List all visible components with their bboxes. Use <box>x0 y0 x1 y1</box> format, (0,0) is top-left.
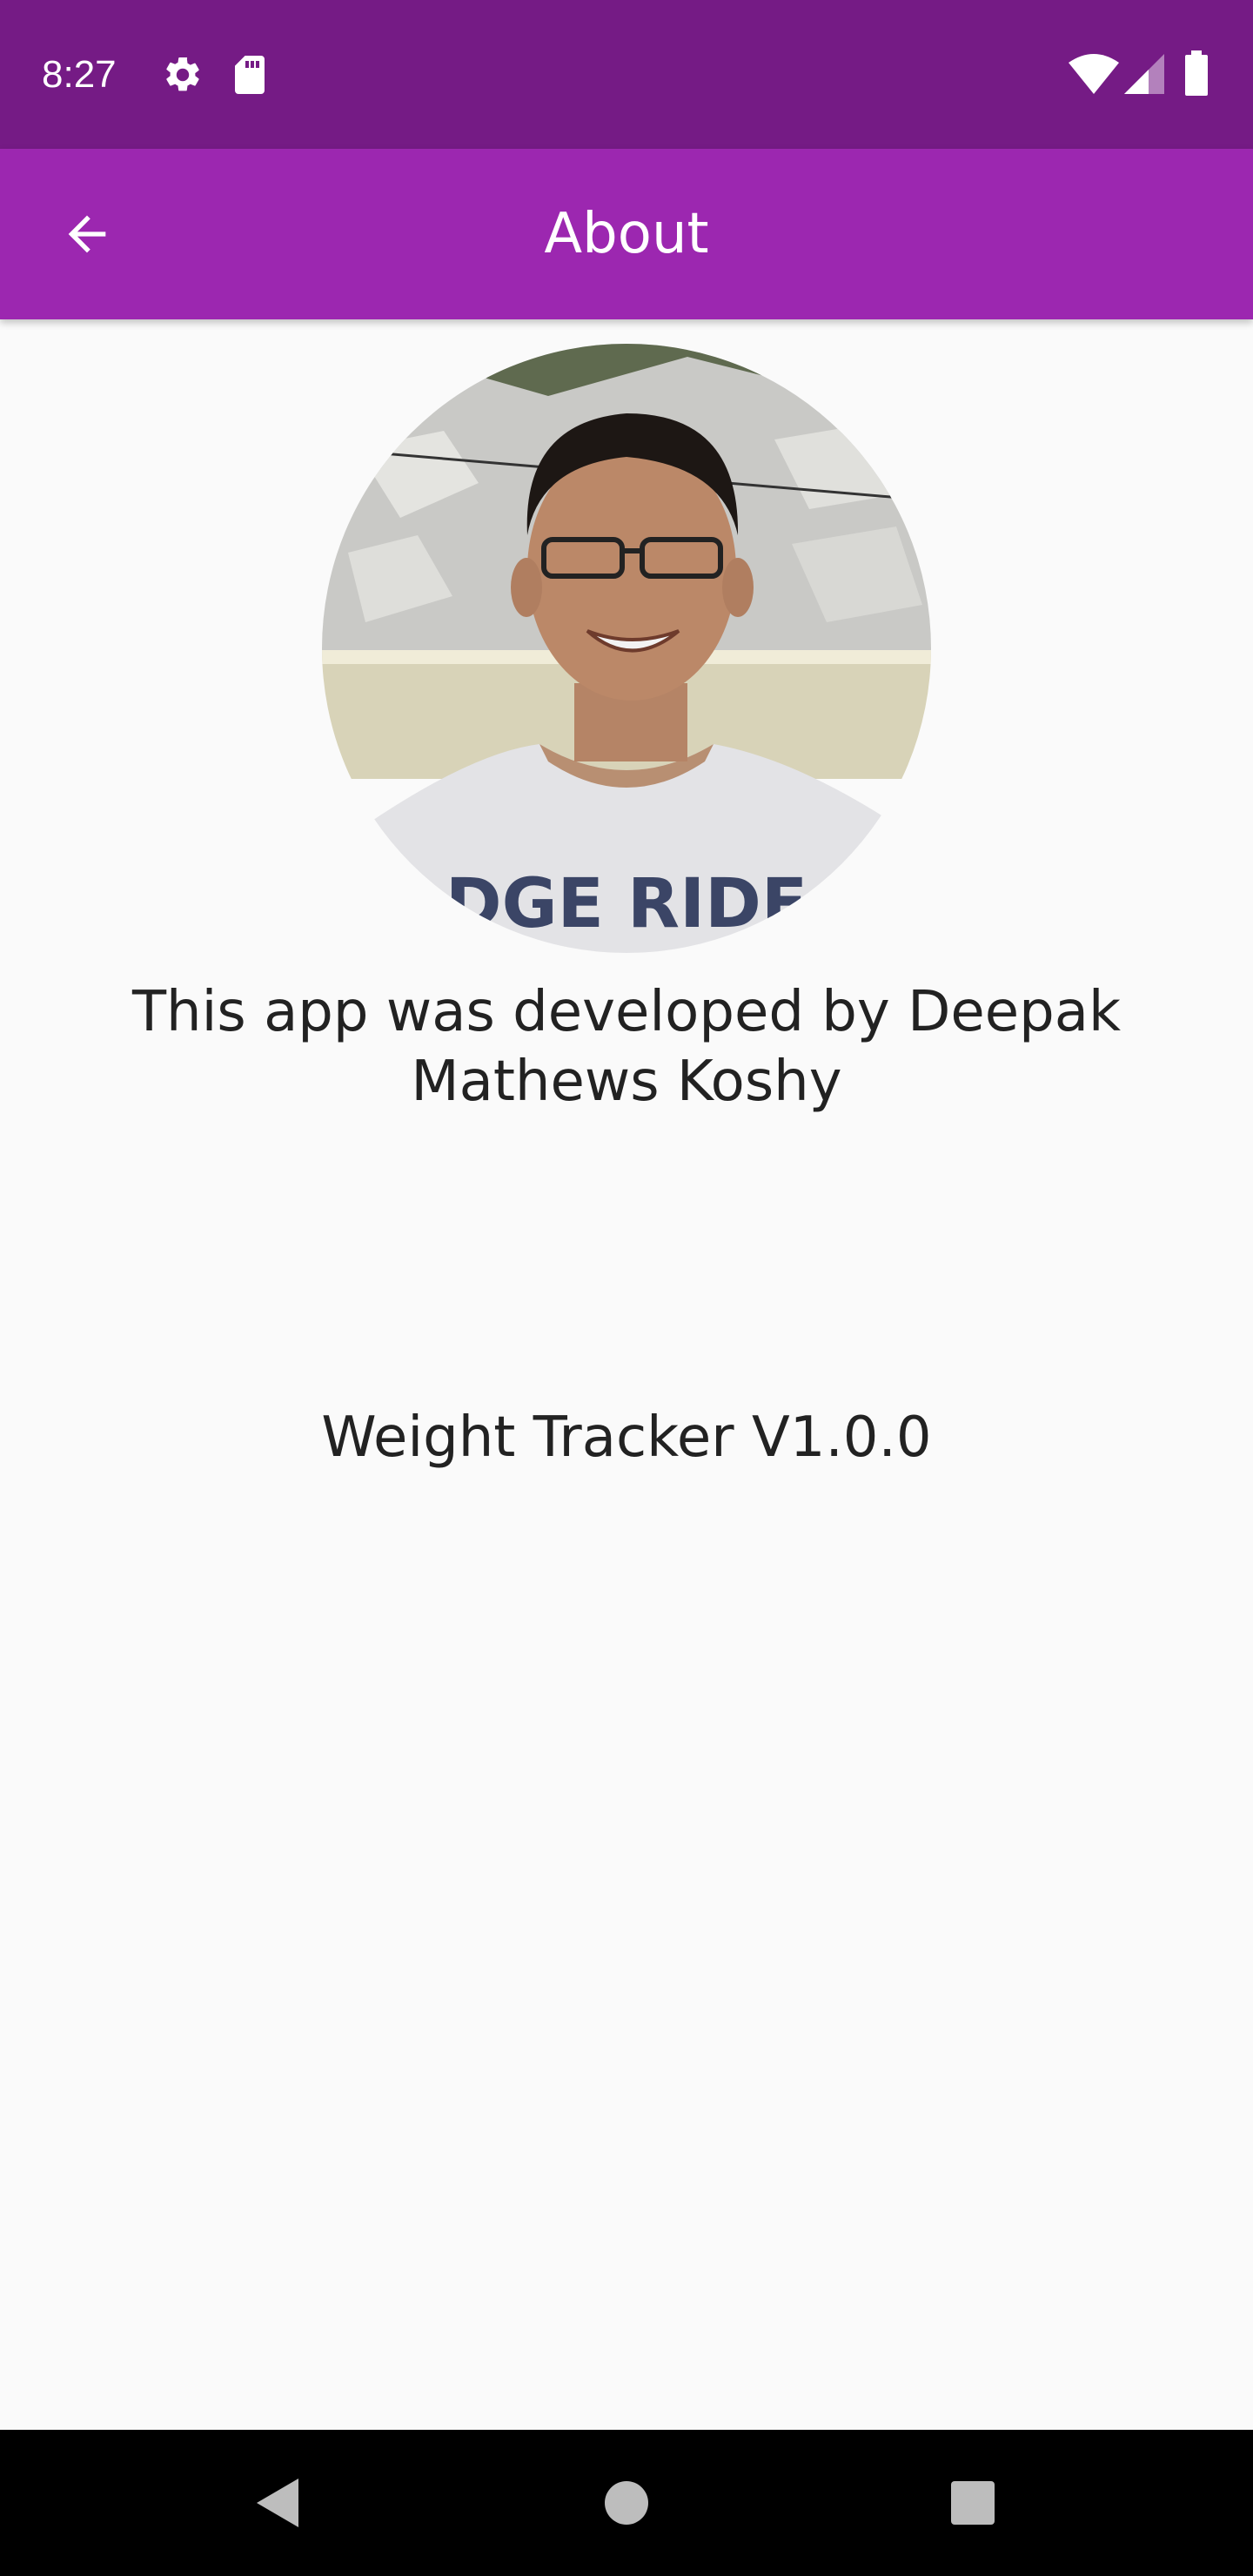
app-version-text: Weight Tracker V1.0.0 <box>321 1405 932 1470</box>
nav-recents-button[interactable] <box>921 2451 1025 2555</box>
settings-gear-icon <box>166 57 199 91</box>
svg-text:DGE RIDE: DGE RIDE <box>446 865 807 943</box>
developer-credit-text: This app was developed by Deepak Mathews… <box>131 980 1122 1114</box>
page-title: About <box>544 202 709 266</box>
sd-card-icon <box>235 56 265 94</box>
nav-home-button[interactable] <box>574 2451 679 2555</box>
recents-square-icon <box>951 2481 995 2525</box>
home-circle-icon <box>605 2481 648 2525</box>
system-nav-bar <box>0 2430 1253 2576</box>
cellular-signal-icon <box>1124 54 1164 94</box>
about-content: DGE RIDE This app was developed by Deepa… <box>0 319 1253 2430</box>
app-bar: About <box>0 149 1253 319</box>
status-time: 8:27 <box>42 53 117 96</box>
developer-avatar: DGE RIDE <box>322 344 931 953</box>
arrow-back-icon <box>68 215 106 253</box>
developer-photo: DGE RIDE <box>322 344 931 953</box>
status-bar: 8:27 <box>0 0 1253 149</box>
battery-icon <box>1185 50 1208 96</box>
back-triangle-icon <box>257 2479 298 2527</box>
nav-back-button[interactable] <box>224 2451 329 2555</box>
wifi-icon <box>1069 54 1119 94</box>
back-button[interactable] <box>35 182 139 286</box>
